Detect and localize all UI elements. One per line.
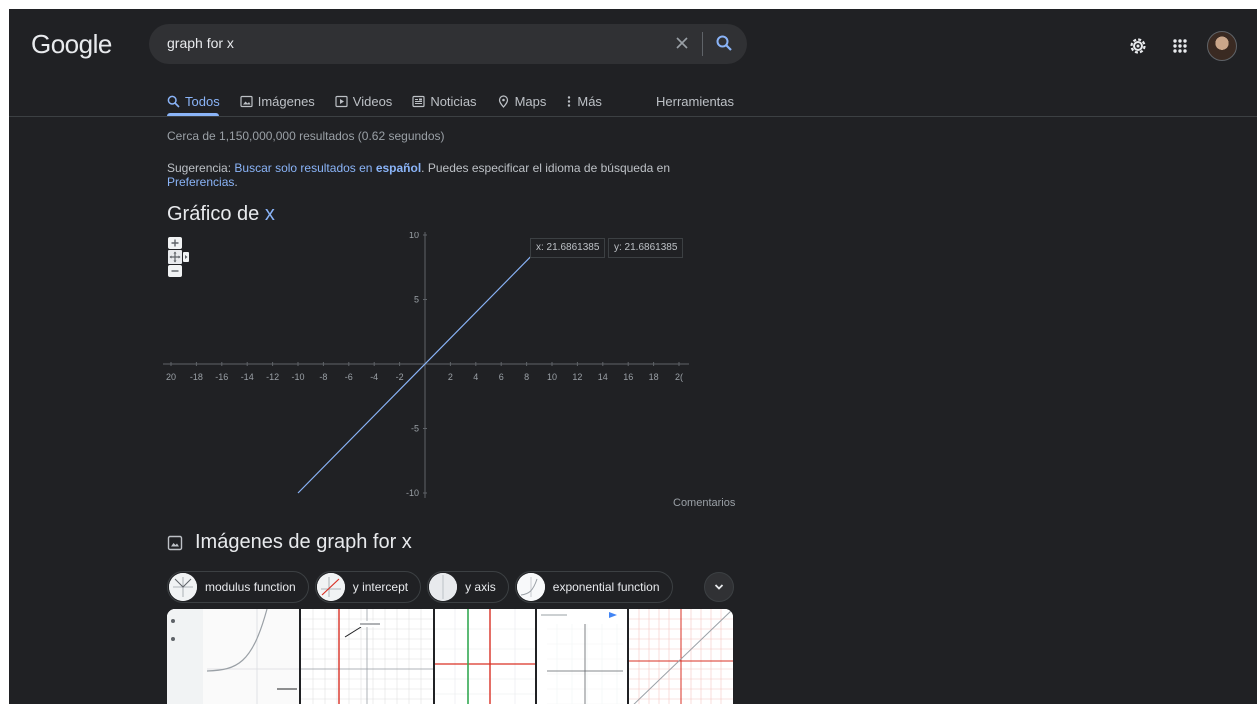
search-icon[interactable] bbox=[715, 34, 733, 52]
chip-thumbnail bbox=[169, 573, 197, 601]
image-result-4[interactable] bbox=[537, 609, 627, 704]
news-icon bbox=[412, 95, 425, 107]
images-section-heading[interactable]: Imágenes de graph for x bbox=[167, 531, 412, 554]
chip-y-intercept[interactable]: y intercept bbox=[314, 571, 422, 603]
suggestion-prefix: Sugerencia: bbox=[167, 161, 235, 175]
suggestion-link-bold: español bbox=[375, 161, 422, 175]
tab-mas[interactable]: Más bbox=[566, 90, 602, 112]
search-separator bbox=[702, 32, 703, 56]
chip-thumbnail bbox=[516, 573, 545, 601]
graph-zoom-controls bbox=[168, 237, 189, 277]
google-results-page: Google graph for x Todos Imágenes Videos… bbox=[9, 9, 1257, 704]
function-graph[interactable]: 20 -18 -16 -14 -12 -10 -8 -6 -4 -2 2 4 6 8 10 12 14 16 18 2… bbox=[163, 232, 689, 498]
x-tick-label: 12 bbox=[572, 372, 582, 382]
tab-todos[interactable]: Todos bbox=[167, 90, 220, 112]
play-icon bbox=[335, 95, 348, 107]
graph-title-variable: x bbox=[264, 203, 275, 225]
x-tick-label: 18 bbox=[649, 372, 659, 382]
chip-y-axis[interactable]: y axis bbox=[427, 571, 509, 603]
graph-axes bbox=[163, 232, 689, 498]
chip-thumbnail bbox=[429, 573, 458, 601]
graph-title: Gráfico de x bbox=[167, 203, 275, 226]
tab-label: Videos bbox=[352, 93, 393, 109]
x-tick-label: 6 bbox=[499, 372, 504, 382]
x-tick-label: -12 bbox=[266, 372, 279, 382]
google-logo[interactable]: Google bbox=[31, 29, 112, 60]
language-suggestion: Sugerencia: Buscar solo resultados en es… bbox=[167, 161, 707, 189]
graph-tooltip-x: x: 21.6861385 bbox=[530, 238, 606, 258]
x-tick-label: -14 bbox=[241, 372, 254, 382]
expand-chips-button[interactable] bbox=[704, 572, 734, 602]
chip-exponential-function[interactable]: exponential function bbox=[514, 571, 673, 603]
chip-modulus-function[interactable]: modulus function bbox=[167, 571, 309, 603]
chip-label: modulus function bbox=[205, 580, 296, 594]
search-input[interactable]: graph for x bbox=[167, 35, 234, 51]
suggestion-suffix: . bbox=[234, 175, 238, 189]
gear-icon[interactable] bbox=[1127, 35, 1149, 57]
x-tick-label: -4 bbox=[370, 372, 378, 382]
x-tick-label: 4 bbox=[473, 372, 478, 382]
spanish-results-link[interactable]: Buscar solo resultados en español bbox=[234, 161, 421, 175]
x-tick-label: 14 bbox=[598, 372, 608, 382]
tab-label: Noticias bbox=[430, 93, 477, 109]
x-tick-label: 20 bbox=[166, 372, 176, 382]
graph-title-prefix: Gráfico de bbox=[167, 203, 265, 225]
x-tick-label: -2 bbox=[396, 372, 404, 382]
image-result-5[interactable] bbox=[629, 609, 733, 704]
chip-label: exponential function bbox=[552, 580, 660, 594]
x-tick-label: -16 bbox=[215, 372, 228, 382]
x-tick-label: 10 bbox=[547, 372, 557, 382]
images-heading-text: Imágenes de graph for x bbox=[195, 531, 412, 553]
image-result-3[interactable] bbox=[435, 609, 535, 704]
tab-label: Maps bbox=[514, 93, 547, 109]
preferences-link[interactable]: Preferencias bbox=[167, 175, 234, 189]
graph-tooltip-y: y: 21.6861385 bbox=[608, 238, 684, 258]
image-filter-chips: modulus function y intercept y axis expo… bbox=[167, 571, 673, 603]
more-vert-icon bbox=[568, 95, 571, 107]
tab-label: Imágenes bbox=[257, 93, 315, 109]
y-tick-label: -5 bbox=[411, 424, 419, 434]
tab-videos[interactable]: Videos bbox=[335, 90, 393, 112]
tab-imagenes[interactable]: Imágenes bbox=[240, 90, 315, 112]
chip-label: y intercept bbox=[352, 580, 409, 594]
tab-maps[interactable]: Maps bbox=[497, 90, 547, 112]
tab-label: Todos bbox=[185, 93, 220, 109]
x-tick-label: -8 bbox=[319, 372, 327, 382]
search-icon bbox=[167, 95, 180, 108]
chip-thumbnail bbox=[316, 573, 345, 601]
image-results bbox=[167, 609, 733, 704]
x-tick-label: 8 bbox=[524, 372, 529, 382]
chip-label: y axis bbox=[465, 580, 496, 594]
apps-grid-icon[interactable] bbox=[1169, 35, 1191, 57]
x-tick-label: -18 bbox=[190, 372, 203, 382]
image-result-1[interactable] bbox=[167, 609, 299, 704]
close-icon[interactable] bbox=[673, 34, 691, 52]
image-result-2[interactable] bbox=[301, 609, 433, 704]
image-icon bbox=[240, 95, 253, 107]
map-pin-icon bbox=[498, 94, 508, 108]
x-tick-label: 2 bbox=[448, 372, 453, 382]
y-tick-label: -10 bbox=[406, 488, 419, 498]
x-tick-label: -6 bbox=[345, 372, 353, 382]
tab-label: Más bbox=[577, 93, 602, 109]
tab-noticias[interactable]: Noticias bbox=[412, 90, 477, 112]
results-stats: Cerca de 1,150,000,000 resultados (0.62 … bbox=[167, 129, 445, 143]
suggestion-link-text: Buscar solo resultados en bbox=[234, 161, 376, 175]
chevron-down-icon bbox=[714, 584, 724, 590]
image-icon bbox=[167, 535, 183, 550]
avatar[interactable] bbox=[1207, 31, 1237, 61]
header-divider bbox=[9, 116, 1257, 117]
y-tick-label: 10 bbox=[409, 232, 419, 240]
x-tick-label: 2( bbox=[675, 372, 683, 382]
search-box[interactable]: graph for x bbox=[149, 24, 747, 64]
tools-button[interactable]: Herramientas bbox=[656, 90, 734, 112]
x-tick-label: -10 bbox=[291, 372, 304, 382]
feedback-link[interactable]: Comentarios bbox=[673, 497, 735, 509]
y-tick-label: 5 bbox=[414, 295, 419, 305]
x-tick-label: 16 bbox=[623, 372, 633, 382]
suggestion-middle: . Puedes especificar el idioma de búsque… bbox=[421, 161, 671, 175]
